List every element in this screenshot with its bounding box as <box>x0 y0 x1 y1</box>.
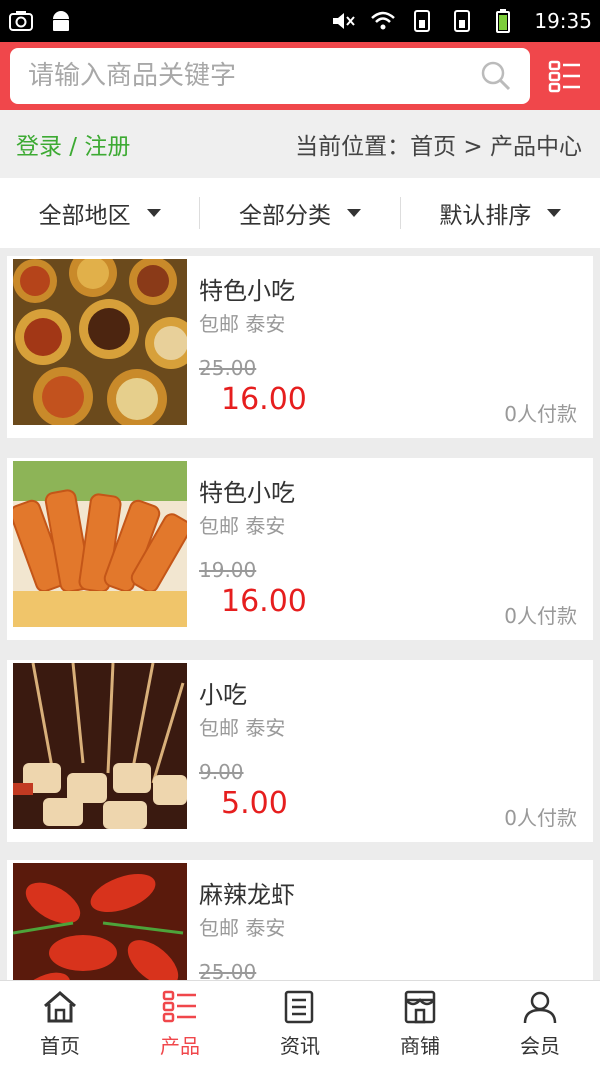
nav-shop-label: 商铺 <box>400 1033 440 1058</box>
original-price: 9.00 <box>199 760 244 784</box>
product-image-crayfish[interactable] <box>13 863 187 980</box>
news-icon <box>284 990 314 1023</box>
nav-member-label: 会员 <box>520 1033 560 1058</box>
product-list: 特色小吃 包邮 泰安 25.00 16.00 0人付款 特色小吃 包邮 泰安 1… <box>0 248 600 980</box>
product-image-skewers[interactable] <box>13 663 187 829</box>
nav-news-label: 资讯 <box>280 1033 320 1058</box>
nav-news[interactable]: 资讯 <box>240 981 360 1067</box>
product-card[interactable]: 麻辣龙虾 包邮 泰安 25.00 <box>7 860 593 980</box>
product-subtitle: 包邮 泰安 <box>199 916 286 940</box>
product-subtitle: 包邮 泰安 <box>199 716 286 740</box>
search-box[interactable] <box>10 48 530 104</box>
product-price: 16.00 <box>221 584 307 619</box>
sim1-icon <box>414 10 431 32</box>
payment-count: 0人付款 <box>504 806 577 830</box>
nav-products-label: 产品 <box>160 1033 200 1058</box>
status-right: 19:35 <box>330 8 592 34</box>
search-icon[interactable] <box>480 60 512 92</box>
product-subtitle: 包邮 泰安 <box>199 312 286 336</box>
product-title[interactable]: 特色小吃 <box>199 271 295 306</box>
menu-button[interactable] <box>540 48 590 104</box>
filter-category[interactable]: 全部分类 <box>200 178 399 248</box>
product-price: 5.00 <box>221 786 288 821</box>
battery-icon <box>496 9 511 33</box>
original-price: 25.00 <box>199 356 257 380</box>
original-price: 19.00 <box>199 558 257 582</box>
wifi-icon <box>371 11 396 30</box>
product-title[interactable]: 小吃 <box>199 675 247 710</box>
filter-region-label: 全部地区 <box>38 203 131 229</box>
caret-down-icon <box>346 209 361 217</box>
list-menu-icon <box>548 60 580 93</box>
caret-down-icon <box>146 209 161 217</box>
filter-sort-label: 默认排序 <box>439 203 532 229</box>
product-title[interactable]: 麻辣龙虾 <box>199 875 295 910</box>
camera-icon <box>9 11 33 31</box>
filter-category-label: 全部分类 <box>238 203 331 229</box>
caret-down-icon <box>547 209 562 217</box>
filter-region[interactable]: 全部地区 <box>0 178 199 248</box>
bottom-nav: 首页 产品 资讯 商铺 会员 <box>0 980 600 1067</box>
nav-member[interactable]: 会员 <box>480 981 600 1067</box>
android-icon <box>53 11 69 31</box>
nav-shop[interactable]: 商铺 <box>360 981 480 1067</box>
payment-count: 0人付款 <box>504 402 577 426</box>
mute-icon <box>333 13 356 29</box>
original-price: 25.00 <box>199 960 257 980</box>
search-input[interactable] <box>28 61 480 91</box>
payment-count: 0人付款 <box>504 604 577 628</box>
sim2-icon <box>454 10 471 32</box>
shop-icon <box>404 990 436 1023</box>
header <box>0 42 600 110</box>
breadcrumb: 登录 / 注册 当前位置：首页 > 产品中心 <box>0 110 600 178</box>
product-card[interactable]: 特色小吃 包邮 泰安 19.00 16.00 0人付款 <box>7 458 593 640</box>
status-left <box>8 8 74 34</box>
nav-home[interactable]: 首页 <box>0 981 120 1067</box>
products-icon <box>162 990 196 1022</box>
status-bar: 19:35 <box>0 0 600 42</box>
product-title[interactable]: 特色小吃 <box>199 473 295 508</box>
nav-home-label: 首页 <box>40 1033 80 1058</box>
product-image-dim-sum[interactable] <box>13 259 187 425</box>
product-subtitle: 包邮 泰安 <box>199 514 286 538</box>
product-image-rice-cakes[interactable] <box>13 461 187 627</box>
product-card[interactable]: 特色小吃 包邮 泰安 25.00 16.00 0人付款 <box>7 256 593 438</box>
product-card[interactable]: 小吃 包邮 泰安 9.00 5.00 0人付款 <box>7 660 593 842</box>
nav-products[interactable]: 产品 <box>120 981 240 1067</box>
home-icon <box>44 990 76 1022</box>
filter-bar: 全部地区 全部分类 默认排序 <box>0 178 600 248</box>
member-icon <box>523 991 557 1023</box>
filter-sort[interactable]: 默认排序 <box>401 178 600 248</box>
status-time: 19:35 <box>534 9 592 33</box>
product-price: 16.00 <box>221 382 307 417</box>
login-register-link[interactable]: 登录 / 注册 <box>16 127 130 161</box>
current-location: 当前位置：首页 > 产品中心 <box>295 134 582 160</box>
